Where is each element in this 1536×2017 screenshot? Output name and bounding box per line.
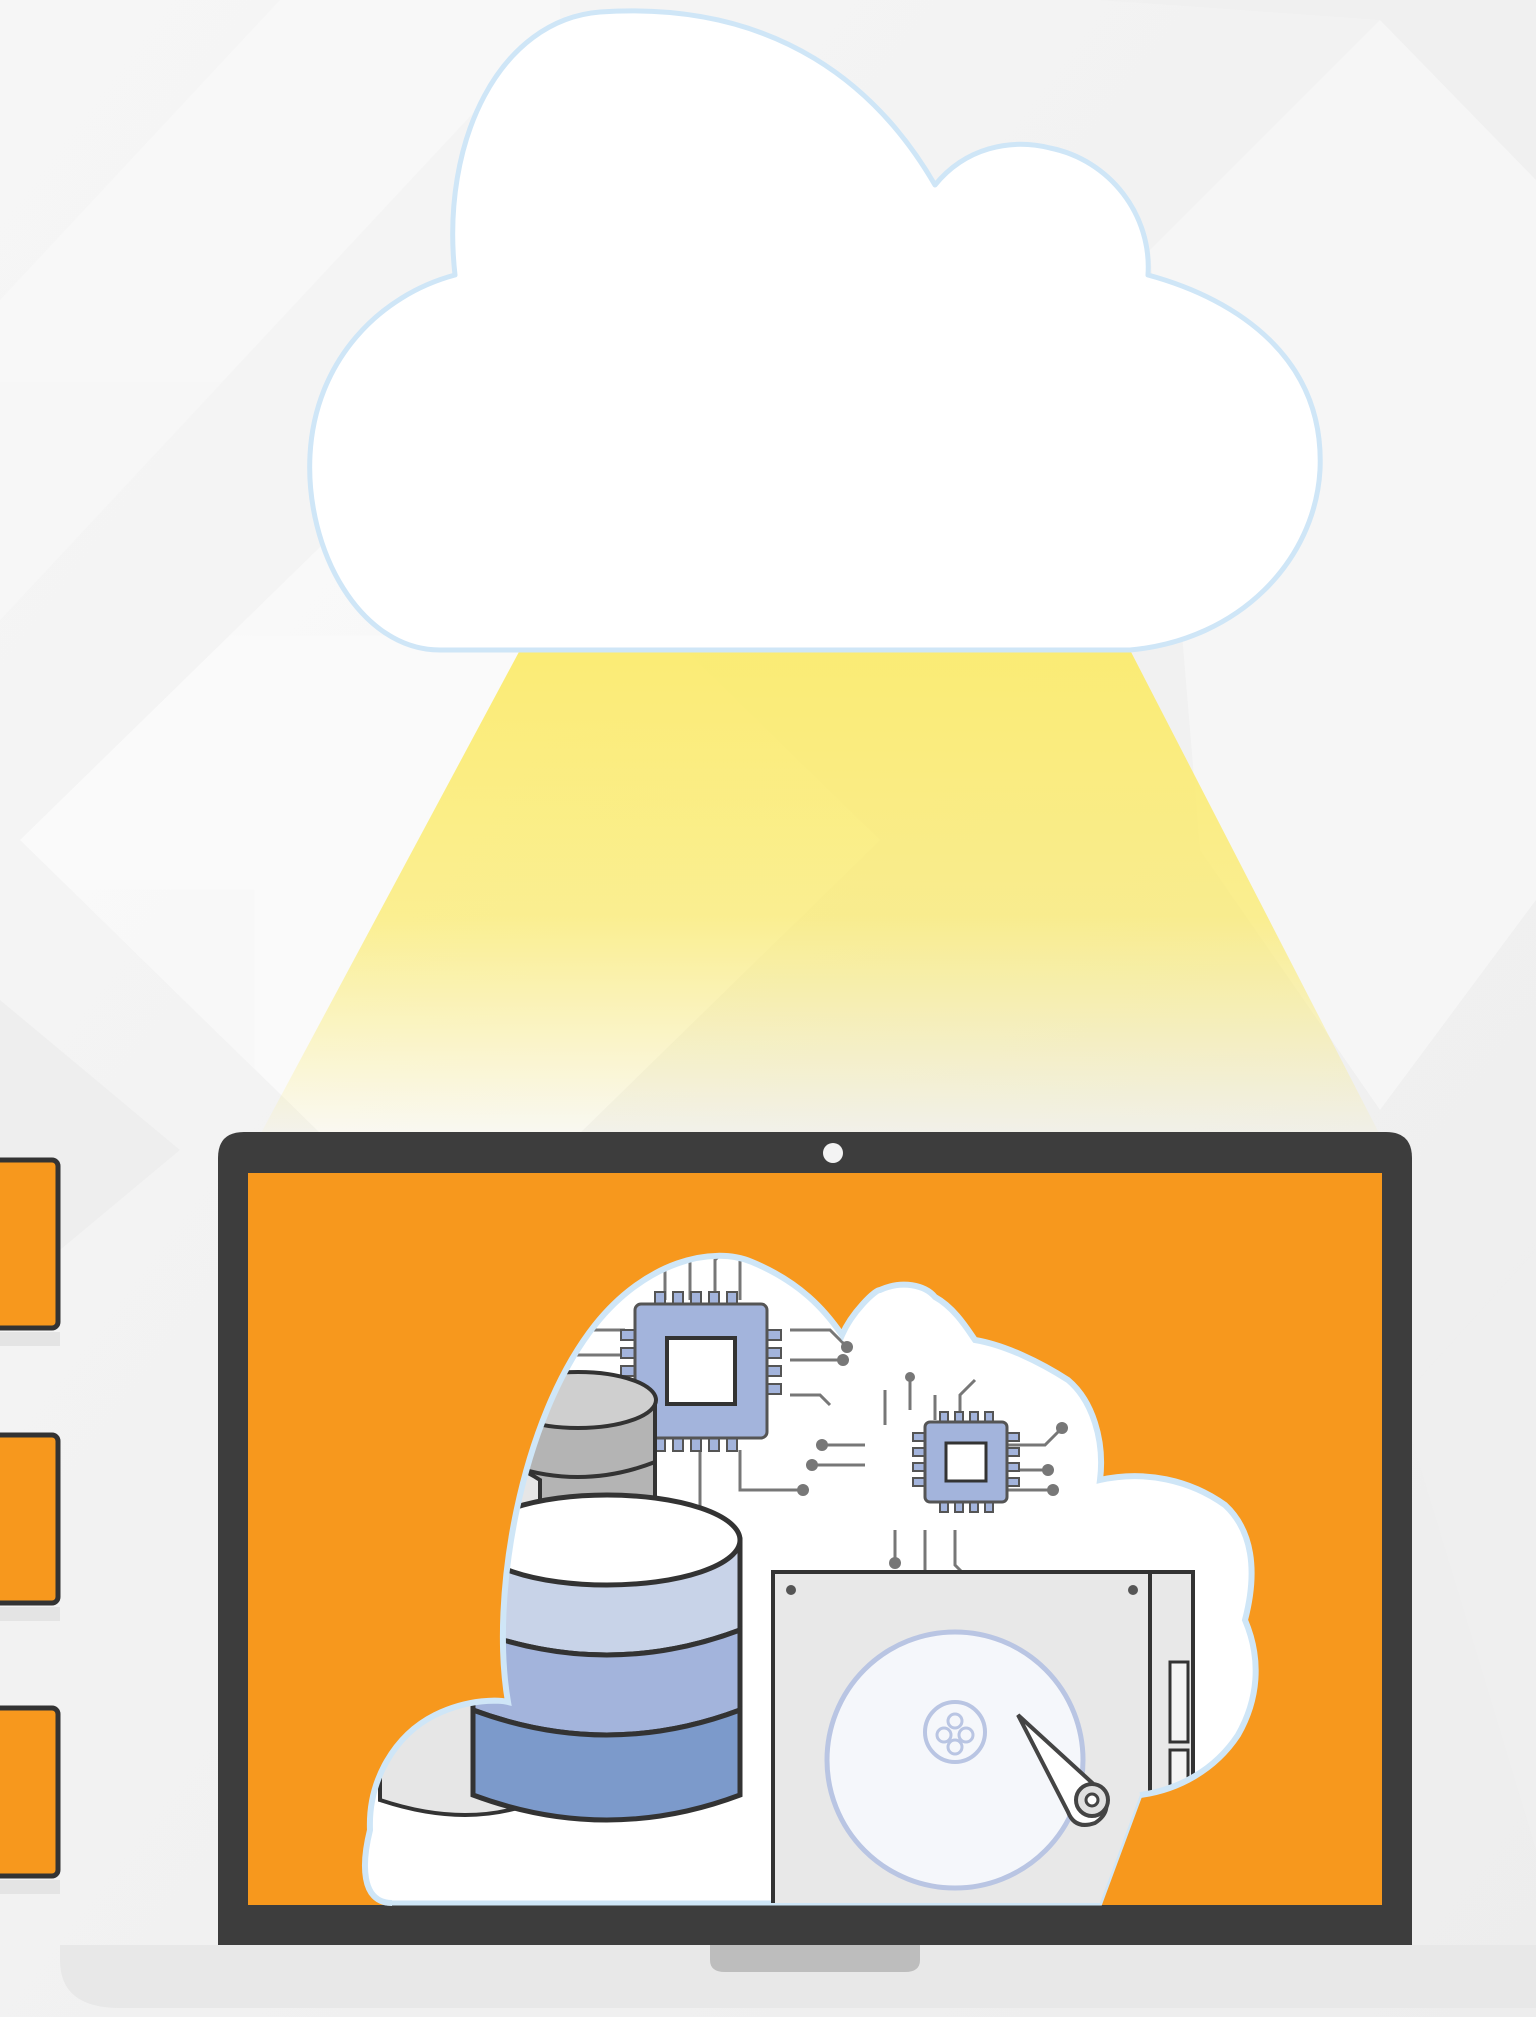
laptop-hinge-notch [710, 1945, 920, 1972]
cloud-computing-illustration [0, 0, 1536, 2017]
illustration-canvas [0, 0, 1536, 2017]
processor-chip-icon [912, 1411, 1020, 1513]
side-devices [0, 1157, 61, 1894]
laptop-camera [823, 1143, 843, 1163]
